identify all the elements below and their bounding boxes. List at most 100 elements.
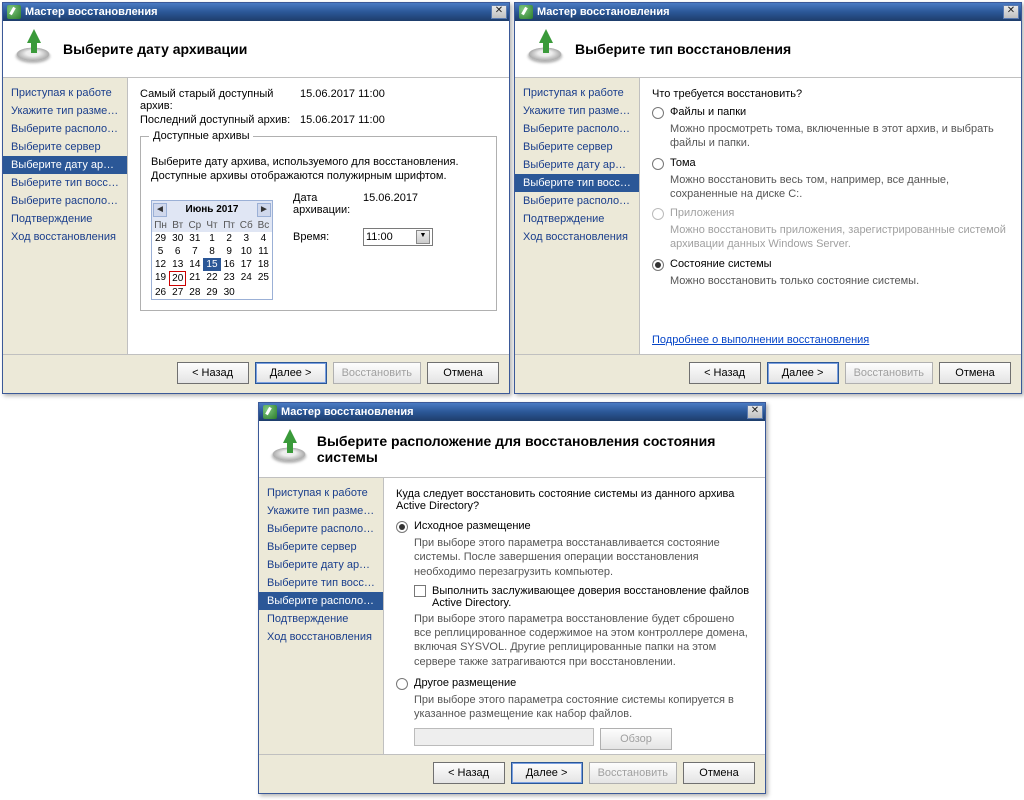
checkbox-authoritative[interactable]	[414, 585, 426, 597]
cal-day[interactable]: 12	[152, 258, 169, 271]
cal-day[interactable]: 18	[255, 258, 272, 271]
cal-day[interactable]: 30	[221, 286, 238, 299]
cal-day[interactable]: 27	[169, 286, 186, 299]
radio-volumes[interactable]	[652, 158, 664, 170]
cal-day[interactable]: 31	[186, 232, 203, 245]
question-text: Что требуется восстановить?	[652, 88, 1009, 100]
next-button[interactable]: Далее >	[767, 362, 839, 384]
cal-day[interactable]: 23	[221, 271, 238, 286]
sidebar-item[interactable]: Выберите располож...	[3, 120, 127, 138]
header: Выберите тип восстановления	[515, 21, 1021, 78]
radio-original-location[interactable]	[396, 521, 408, 533]
sidebar-item[interactable]: Выберите дату архив...	[259, 556, 383, 574]
chevron-down-icon[interactable]: ▼	[416, 230, 430, 244]
cal-day[interactable]: 14	[186, 258, 203, 271]
sidebar-item[interactable]: Выберите располож...	[3, 192, 127, 210]
time-dropdown[interactable]: 11:00▼	[363, 228, 433, 246]
sidebar-item[interactable]: Выберите сервер	[259, 538, 383, 556]
cancel-button[interactable]: Отмена	[939, 362, 1011, 384]
cal-day[interactable]: 15	[203, 258, 220, 271]
cal-day[interactable]: 25	[255, 271, 272, 286]
close-button[interactable]: ✕	[1003, 5, 1019, 19]
sidebar-item[interactable]: Приступая к работе	[259, 484, 383, 502]
sidebar-item[interactable]: Выберите сервер	[515, 138, 639, 156]
cal-day[interactable]: 9	[221, 245, 238, 258]
cal-day[interactable]: 20	[169, 271, 186, 286]
back-button[interactable]: < Назад	[433, 762, 505, 784]
sidebar-item[interactable]: Приступая к работе	[515, 84, 639, 102]
sidebar-item[interactable]: Укажите тип размещ...	[259, 502, 383, 520]
cal-day[interactable]: 29	[203, 286, 220, 299]
sidebar-item[interactable]: Укажите тип размещ...	[515, 102, 639, 120]
sidebar-item[interactable]: Выберите тип восста...	[3, 174, 127, 192]
learn-more-link[interactable]: Подробнее о выполнении восстановления	[652, 334, 869, 346]
cal-day[interactable]: 30	[169, 232, 186, 245]
cal-day[interactable]: 29	[152, 232, 169, 245]
question-text: Куда следует восстановить состояние сист…	[396, 488, 753, 512]
cal-day[interactable]: 5	[152, 245, 169, 258]
cal-day[interactable]: 22	[203, 271, 220, 286]
cal-day[interactable]: 13	[169, 258, 186, 271]
cal-day[interactable]: 4	[255, 232, 272, 245]
sidebar-item[interactable]: Выберите располож...	[515, 192, 639, 210]
next-button[interactable]: Далее >	[255, 362, 327, 384]
sidebar-item[interactable]: Выберите тип восста...	[259, 574, 383, 592]
sidebar-item[interactable]: Подтверждение	[259, 610, 383, 628]
radio-files[interactable]	[652, 107, 664, 119]
calendar[interactable]: ◄ Июнь 2017 ► ПнВтСрЧтПтСбВс 29303112345…	[151, 200, 273, 300]
sidebar-item[interactable]: Выберите располож...	[259, 520, 383, 538]
close-button[interactable]: ✕	[747, 405, 763, 419]
restore-button: Восстановить	[333, 362, 421, 384]
titlebar[interactable]: Мастер восстановления ✕	[259, 403, 765, 421]
titlebar[interactable]: Мастер восстановления ✕	[515, 3, 1021, 21]
opt1-title: Исходное размещение	[414, 520, 531, 532]
sidebar-item[interactable]: Подтверждение	[515, 210, 639, 228]
cal-day[interactable]: 1	[203, 232, 220, 245]
newest-archive-label: Последний доступный архив:	[140, 114, 300, 126]
cal-day[interactable]: 28	[186, 286, 203, 299]
cal-day[interactable]: 11	[255, 245, 272, 258]
cal-day[interactable]: 2	[221, 232, 238, 245]
sidebar-item[interactable]: Подтверждение	[3, 210, 127, 228]
next-button[interactable]: Далее >	[511, 762, 583, 784]
sidebar-item[interactable]: Ход восстановления	[3, 228, 127, 246]
sidebar: Приступая к работе Укажите тип размещ...…	[515, 78, 639, 354]
cal-day[interactable]: 24	[238, 271, 255, 286]
close-button[interactable]: ✕	[491, 5, 507, 19]
sidebar-item[interactable]: Выберите дату архив...	[515, 156, 639, 174]
opt1-desc2: При выборе этого параметра восстановлени…	[414, 612, 753, 669]
cancel-button[interactable]: Отмена	[683, 762, 755, 784]
browse-button: Обзор	[600, 728, 672, 750]
sidebar-item[interactable]: Выберите тип восста...	[515, 174, 639, 192]
cal-day[interactable]: 6	[169, 245, 186, 258]
sidebar-item[interactable]: Выберите сервер	[3, 138, 127, 156]
cancel-button[interactable]: Отмена	[427, 362, 499, 384]
sidebar-item[interactable]: Ход восстановления	[259, 628, 383, 646]
cal-day[interactable]: 19	[152, 271, 169, 286]
oldest-archive-value: 15.06.2017 11:00	[300, 88, 385, 112]
available-archives-group: Доступные архивы Выберите дату архива, и…	[140, 136, 497, 311]
restore-button: Восстановить	[845, 362, 933, 384]
cal-day[interactable]: 3	[238, 232, 255, 245]
archive-date-label: Дата архивации:	[293, 192, 363, 216]
sidebar-item[interactable]: Выберите располож...	[515, 120, 639, 138]
cal-day[interactable]: 17	[238, 258, 255, 271]
radio-other-location[interactable]	[396, 678, 408, 690]
sidebar-item[interactable]: Ход восстановления	[515, 228, 639, 246]
sidebar-item[interactable]: Выберите располож...	[259, 592, 383, 610]
titlebar[interactable]: Мастер восстановления ✕	[3, 3, 509, 21]
cal-day[interactable]: 8	[203, 245, 220, 258]
cal-day[interactable]: 10	[238, 245, 255, 258]
sidebar-item[interactable]: Укажите тип размещ...	[3, 102, 127, 120]
cal-next-icon[interactable]: ►	[257, 203, 271, 217]
cal-day[interactable]: 16	[221, 258, 238, 271]
cal-day[interactable]: 7	[186, 245, 203, 258]
radio-system-state[interactable]	[652, 259, 664, 271]
back-button[interactable]: < Назад	[689, 362, 761, 384]
sidebar-item[interactable]: Приступая к работе	[3, 84, 127, 102]
cal-prev-icon[interactable]: ◄	[153, 203, 167, 217]
back-button[interactable]: < Назад	[177, 362, 249, 384]
cal-day[interactable]: 26	[152, 286, 169, 299]
sidebar-item[interactable]: Выберите дату архив...	[3, 156, 127, 174]
cal-day[interactable]: 21	[186, 271, 203, 286]
